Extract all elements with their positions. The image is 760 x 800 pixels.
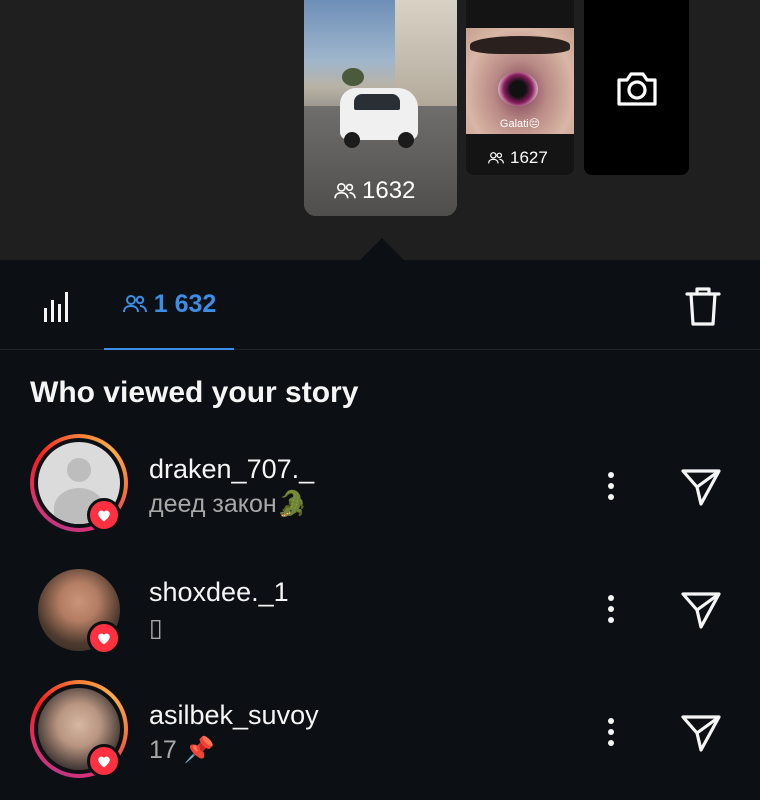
- delete-story-button[interactable]: [684, 286, 722, 333]
- viewer-username[interactable]: shoxdee._1: [149, 577, 289, 608]
- viewers-icon: [488, 152, 504, 164]
- tab-viewers[interactable]: 1 632: [104, 260, 234, 350]
- more-vertical-icon: [608, 595, 614, 623]
- viewer-row[interactable]: draken_707._ деед закон🐊: [0, 432, 760, 532]
- story-viewer-count: 1627: [488, 148, 548, 168]
- viewers-icon: [334, 182, 356, 199]
- viewer-username[interactable]: asilbek_suvoy: [149, 700, 319, 731]
- viewer-username[interactable]: draken_707._: [149, 454, 314, 485]
- viewer-fullname: 17 📌: [149, 736, 215, 764]
- story-image-car-window: [354, 94, 400, 110]
- section-title: Who viewed your story: [30, 376, 359, 409]
- like-badge: [87, 744, 121, 778]
- viewers-icon: [122, 295, 147, 313]
- default-avatar-head: [67, 458, 91, 482]
- viewer-row[interactable]: shoxdee._1 ▯: [0, 555, 760, 655]
- heart-icon: [98, 756, 110, 768]
- story-viewer-count-text: 1632: [362, 177, 416, 204]
- trash-icon: [685, 287, 721, 326]
- tab-insights[interactable]: [42, 290, 74, 329]
- more-options-button[interactable]: [596, 589, 626, 629]
- camera-icon: [616, 71, 657, 106]
- send-message-button[interactable]: [676, 585, 726, 635]
- story-viewer-count-text: 1627: [510, 148, 548, 167]
- like-badge: [87, 621, 121, 655]
- more-vertical-icon: [608, 472, 614, 500]
- story-image-eye: Galati😔: [466, 28, 574, 134]
- story-image-wheel: [398, 132, 414, 148]
- story-insights-tabbar: 1 632: [0, 260, 760, 350]
- more-vertical-icon: [608, 718, 614, 746]
- send-icon: [681, 715, 721, 752]
- selected-story-pointer: [360, 238, 404, 260]
- like-badge: [87, 498, 121, 532]
- more-options-button[interactable]: [596, 466, 626, 506]
- story-caption: Galati😔: [499, 118, 541, 130]
- story-viewer-count: 1632: [334, 177, 415, 205]
- viewer-fullname: ▯: [149, 614, 163, 642]
- add-story-camera-button[interactable]: [584, 0, 689, 175]
- story-image-tree: [342, 68, 364, 86]
- viewer-fullname: деед закон🐊: [149, 490, 308, 518]
- send-message-button[interactable]: [676, 708, 726, 758]
- tab-viewers-count: 1 632: [153, 289, 217, 318]
- send-icon: [681, 592, 721, 629]
- more-options-button[interactable]: [596, 712, 626, 752]
- send-message-button[interactable]: [676, 462, 726, 512]
- viewer-row[interactable]: asilbek_suvoy 17 📌: [0, 680, 760, 780]
- heart-icon: [98, 633, 110, 645]
- bar-chart-icon: [44, 292, 68, 322]
- story-image-wheel: [344, 132, 360, 148]
- send-icon: [681, 469, 721, 506]
- heart-icon: [98, 510, 110, 522]
- story-image-eyebrow: [470, 36, 570, 54]
- story-image-iris: [498, 72, 538, 106]
